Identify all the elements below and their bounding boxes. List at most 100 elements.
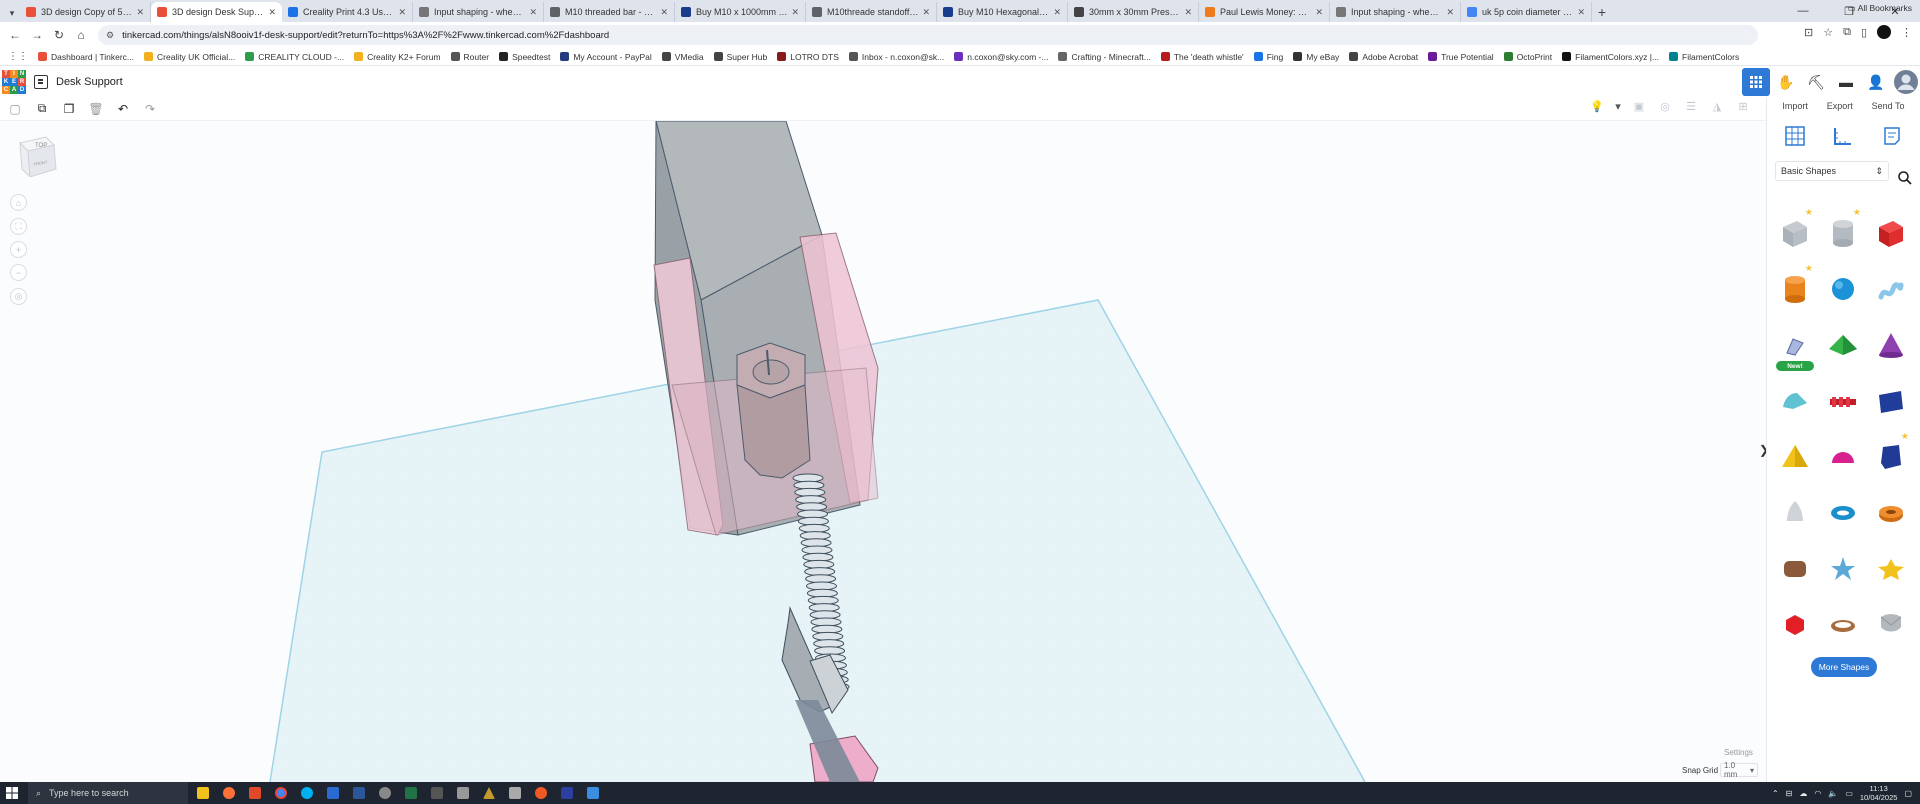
bookmark-item[interactable]: CREALITY CLOUD -...: [245, 52, 344, 62]
taskbar-search-input[interactable]: ⌕ Type here to search: [28, 782, 188, 804]
bookmark-item[interactable]: LOTRO DTS: [777, 52, 839, 62]
ruler-tool-icon[interactable]: [1830, 123, 1856, 149]
shape-cone[interactable]: [1867, 317, 1915, 373]
sim-lab-icon[interactable]: ⛏: [1802, 68, 1830, 96]
close-tab-icon[interactable]: ✕: [136, 7, 144, 18]
bookmark-item[interactable]: Crafting - Minecraft...: [1058, 52, 1151, 62]
shape-wedge[interactable]: [1867, 373, 1915, 429]
word-icon[interactable]: [348, 782, 370, 804]
browser-tab[interactable]: Input shaping - when to redo✕: [413, 2, 544, 22]
workplane-viewport[interactable]: [0, 121, 1766, 782]
close-tab-icon[interactable]: ✕: [660, 7, 668, 18]
close-tab-icon[interactable]: ✕: [1577, 7, 1585, 18]
browser-tab[interactable]: Buy M10 Hexagonal Stud Conn✕: [937, 2, 1068, 22]
shape-star[interactable]: [1819, 541, 1867, 597]
browser-tab[interactable]: 30mm x 30mm Pressed Steel C✕: [1068, 2, 1199, 22]
skype-icon[interactable]: [296, 782, 318, 804]
fit-view-icon[interactable]: ⛶: [10, 218, 27, 235]
shape-tube[interactable]: [1867, 485, 1915, 541]
perspective-icon[interactable]: ◎: [10, 288, 27, 305]
network-app-icon[interactable]: [504, 782, 526, 804]
tools-icon[interactable]: [452, 782, 474, 804]
bookmark-item[interactable]: Router: [450, 52, 489, 62]
shape-box[interactable]: [1867, 205, 1915, 261]
apps-grid-icon[interactable]: ⋮⋮: [8, 51, 28, 62]
shape-rounded-box[interactable]: [1771, 541, 1819, 597]
tray-chevron-icon[interactable]: ⌃: [1772, 789, 1779, 798]
delete-icon[interactable]: 🗑: [87, 100, 105, 118]
network-icon[interactable]: ⊟: [1786, 789, 1793, 798]
3d-scene[interactable]: [0, 121, 1766, 782]
bookmark-item[interactable]: Super Hub: [713, 52, 767, 62]
shape-round-roof[interactable]: [1771, 373, 1819, 429]
notepad-icon[interactable]: [582, 782, 604, 804]
shape-pen[interactable]: New!: [1771, 317, 1819, 373]
notes-tool-icon[interactable]: [1879, 123, 1905, 149]
bookmark-item[interactable]: Fing: [1253, 52, 1283, 62]
shape-cylinder-hole[interactable]: ★: [1819, 205, 1867, 261]
lotro-icon[interactable]: [478, 782, 500, 804]
browser-tab[interactable]: M10threade standoff - Googl✕: [806, 2, 937, 22]
close-tab-icon[interactable]: ✕: [1184, 7, 1192, 18]
battery-icon[interactable]: ▭: [1845, 789, 1853, 798]
shape-paraboloid[interactable]: [1771, 485, 1819, 541]
shape-ring[interactable]: [1819, 597, 1867, 653]
excel-icon[interactable]: [400, 782, 422, 804]
close-tab-icon[interactable]: ✕: [268, 7, 276, 18]
browser-menu-icon[interactable]: ⋮: [1901, 26, 1912, 39]
shape-box-hole[interactable]: ★: [1771, 205, 1819, 261]
send-to-button[interactable]: Send To: [1872, 101, 1905, 111]
zoom-out-icon[interactable]: −: [10, 264, 27, 281]
3d-design-view-button[interactable]: [1742, 68, 1770, 96]
close-tab-icon[interactable]: ✕: [398, 7, 406, 18]
windows-start-icon[interactable]: [0, 782, 24, 804]
shape-sphere[interactable]: [1819, 261, 1867, 317]
design-menu-icon[interactable]: [34, 75, 48, 89]
browser-tab[interactable]: uk 5p coin diameter - Google S✕: [1461, 2, 1592, 22]
tab-search-icon[interactable]: ▾: [4, 4, 20, 22]
shape-category-select[interactable]: Basic Shapes ⇕: [1775, 161, 1889, 181]
view-cube[interactable]: TOP FRONT: [16, 135, 57, 179]
url-field[interactable]: ⚙ tinkercad.com/things/alsN8ooiv1f-desk-…: [98, 25, 1758, 45]
dropdown-caret-icon[interactable]: ▾: [1614, 100, 1622, 113]
close-tab-icon[interactable]: ✕: [529, 7, 537, 18]
profile-avatar[interactable]: [1877, 25, 1891, 39]
install-app-icon[interactable]: ⊡: [1804, 26, 1813, 39]
media-icon[interactable]: [374, 782, 396, 804]
copy-icon[interactable]: ⧉: [33, 100, 51, 118]
export-button[interactable]: Export: [1827, 101, 1853, 111]
minimize-icon[interactable]: —: [1780, 0, 1826, 22]
close-tab-icon[interactable]: ✕: [791, 7, 799, 18]
firefox-icon[interactable]: [218, 782, 240, 804]
new-shape-icon[interactable]: ▢: [6, 100, 24, 118]
group-icon[interactable]: ▣: [1630, 100, 1648, 113]
hex-nut-shape[interactable]: [736, 342, 811, 479]
bookmark-item[interactable]: FilamentColors.xyz |...: [1562, 52, 1659, 62]
browser-tab[interactable]: Buy M10 x 1000mm Threaded✕: [675, 2, 806, 22]
more-shapes-button[interactable]: More Shapes: [1811, 657, 1877, 677]
shape-cylinder[interactable]: ★: [1771, 261, 1819, 317]
app-icon[interactable]: [556, 782, 578, 804]
forward-icon[interactable]: →: [28, 26, 46, 44]
mirror-icon[interactable]: ◮: [1708, 100, 1726, 113]
ungroup-icon[interactable]: ◎: [1656, 100, 1674, 113]
browser-tab[interactable]: 3D design Copy of 5p coin - Tin✕: [20, 2, 151, 22]
all-bookmarks-button[interactable]: ▭ All Bookmarks: [1848, 3, 1912, 14]
browser-tab[interactable]: Input shaping - when to redo✕: [1330, 2, 1461, 22]
notifications-icon[interactable]: ▢: [1904, 789, 1912, 798]
taskbar-clock[interactable]: 11:13 10/04/2025: [1860, 784, 1898, 802]
shape-icosahedron[interactable]: [1771, 597, 1819, 653]
wifi-icon[interactable]: ◠: [1814, 789, 1821, 798]
sidebar-icon[interactable]: ▯: [1861, 26, 1867, 39]
bookmark-item[interactable]: Adobe Acrobat: [1349, 52, 1418, 62]
bookmark-item[interactable]: n.coxon@sky.com -...: [954, 52, 1048, 62]
bookmark-item[interactable]: True Potential: [1428, 52, 1494, 62]
home-icon[interactable]: ⌂: [72, 26, 90, 44]
shape-half-sphere[interactable]: [1819, 429, 1867, 485]
add-user-icon[interactable]: 👤: [1862, 68, 1890, 96]
tinkercad-logo[interactable]: TINKERCAD: [2, 70, 26, 94]
snap-grid-select[interactable]: 1.0 mm ▾: [1720, 761, 1758, 779]
light-bulb-icon[interactable]: 💡: [1588, 100, 1606, 113]
shape-text[interactable]: [1819, 373, 1867, 429]
close-tab-icon[interactable]: ✕: [1315, 7, 1323, 18]
